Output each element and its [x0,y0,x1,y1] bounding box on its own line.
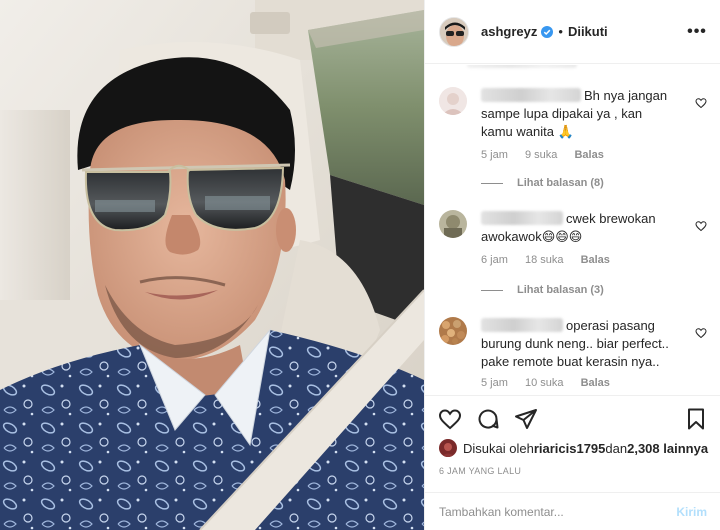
view-replies-button[interactable]: Lihat balasan (8) [481,177,604,189]
blurred-username [481,88,581,102]
post-comment-button[interactable]: Kirim [676,505,707,519]
avatar-image [440,17,468,46]
like-comment-heart-icon[interactable] [695,97,707,109]
liker-avatar[interactable] [439,439,457,457]
liker-username-link[interactable]: riaricis1795 [534,441,606,456]
comments-list[interactable]: Bh nya jangan sampe lupa dipakai ya , ka… [425,65,720,395]
avatar[interactable] [439,16,469,47]
comment-time: 6 jam [481,254,508,266]
comment-meta: 5 jam 10 suka Balas [481,377,624,389]
reply-button[interactable]: Balas [581,254,610,266]
comment-meta: 6 jam 18 suka Balas [481,254,624,266]
post-timestamp[interactable]: 6 JAM YANG LALU [439,466,521,476]
reply-button[interactable]: Balas [574,149,603,161]
post-photo[interactable] [0,0,424,530]
verified-badge-icon [541,25,554,38]
liked-by-row: Disukai oleh riaricis1795 dan 2,308 lain… [439,438,708,458]
comment-text-wrap: operasi pasang burung dunk neng.. biar p… [481,317,671,371]
likes-count-link[interactable]: 2,308 lainnya [627,441,708,456]
save-bookmark-icon[interactable] [683,406,709,432]
view-replies-label: Lihat balasan (8) [517,177,604,189]
replies-line [481,182,503,184]
commenter-avatar[interactable] [439,317,467,345]
liked-by-middle: dan [605,440,628,456]
comment-item: operasi pasang burung dunk neng.. biar p… [439,317,707,395]
follow-status-button[interactable]: Diikuti [568,24,608,39]
comment-text-wrap: Bh nya jangan sampe lupa dipakai ya , ka… [481,87,671,141]
like-comment-heart-icon[interactable] [695,327,707,339]
add-comment-bar: Kirim [425,492,720,530]
comment-text-wrap: cwek brewokan awokawok😄😄😄 [481,210,671,246]
comment-input[interactable] [439,505,677,519]
liked-by-prefix: Disukai oleh [463,440,534,456]
comment-likes[interactable]: 9 suka [525,149,557,161]
blurred-username [481,318,563,332]
view-replies-button[interactable]: Lihat balasan (3) [481,284,604,296]
comment-meta: 5 jam 9 suka Balas [481,149,618,161]
view-replies-label: Lihat balasan (3) [517,284,604,296]
post-side-panel: ashgreyz • Diikuti ••• Bh nya jangan sam… [424,0,720,530]
comment-bubble-icon[interactable] [475,406,501,432]
blurred-username [481,211,563,225]
comment-item: Bh nya jangan sampe lupa dipakai ya , ka… [439,87,707,167]
ellipsis-icon: ••• [687,23,707,40]
like-heart-icon[interactable] [437,406,463,432]
commenter-avatar[interactable] [439,87,467,115]
separator-dot: • [558,24,563,39]
comment-time: 5 jam [481,149,508,161]
comment-likes[interactable]: 10 suka [525,377,564,389]
replies-line [481,289,503,291]
comment-time: 5 jam [481,377,508,389]
post-actions-section: Disukai oleh riaricis1795 dan 2,308 lain… [425,395,720,530]
share-plane-icon[interactable] [513,406,539,432]
like-comment-heart-icon[interactable] [695,220,707,232]
username-link[interactable]: ashgreyz [481,24,537,39]
post-header: ashgreyz • Diikuti ••• [425,0,720,64]
commenter-avatar[interactable] [439,210,467,238]
selfie-image [0,0,424,530]
comment-likes[interactable]: 18 suka [525,254,564,266]
scrolled-text-fragment [467,65,657,71]
comment-item: cwek brewokan awokawok😄😄😄 6 jam 18 suka … [439,210,707,280]
post-modal: ashgreyz • Diikuti ••• Bh nya jangan sam… [0,0,720,530]
more-options-button[interactable]: ••• [687,22,707,42]
action-icons [437,406,551,432]
reply-button[interactable]: Balas [581,377,610,389]
